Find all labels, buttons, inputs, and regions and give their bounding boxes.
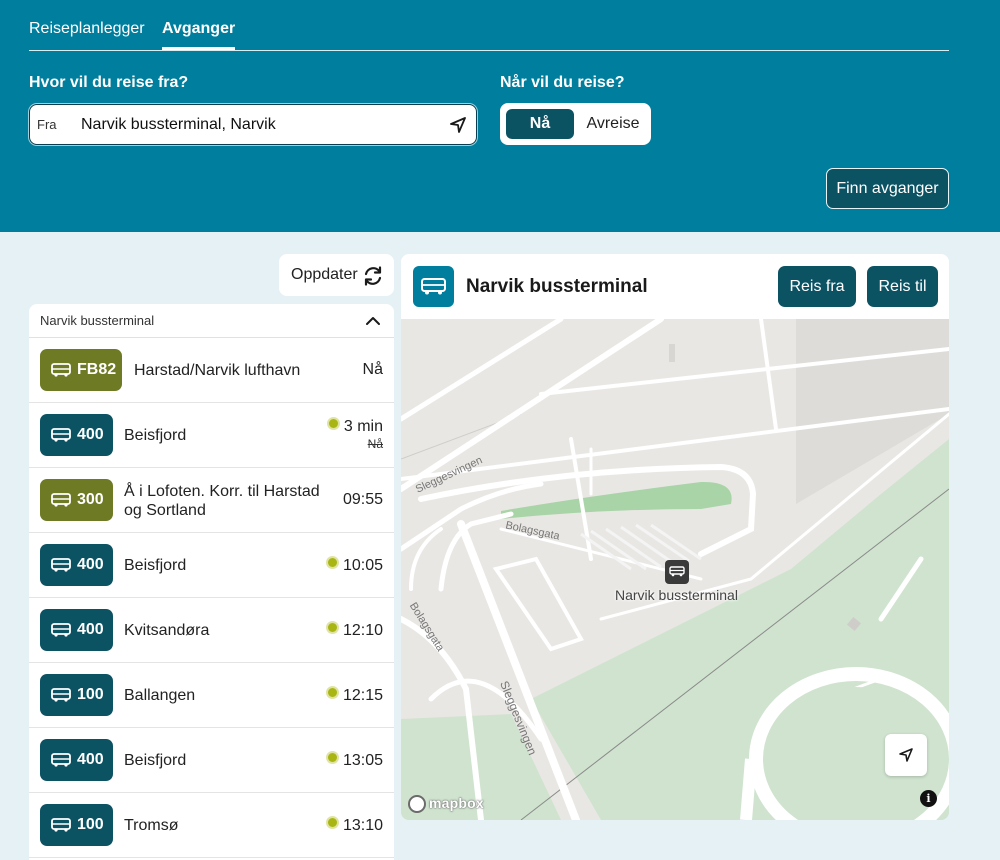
refresh-button[interactable]: Oppdater [279,254,394,296]
location-arrow-icon [899,748,913,762]
stop-map-card: Narvik bussterminal Reis fra Reis til Sl… [401,254,949,820]
bus-icon [51,428,71,442]
line-number: 400 [77,621,104,638]
stop-group-name: Narvik bussterminal [40,313,155,328]
departure-row[interactable]: 100 Ballangen 12:15 [29,663,394,728]
from-question-label: Hvor vil du reise fra? [29,74,189,91]
destination: Beisfjord [124,557,187,574]
line-badge: 300 [40,479,113,521]
line-number: 300 [77,491,104,508]
stop-title: Narvik bussterminal [466,276,648,297]
stop-group-header[interactable]: Narvik bussterminal [29,304,394,338]
realtime-time: 13:10 [342,817,383,834]
departure-row[interactable]: 400 Beisfjord 10:05 [29,533,394,598]
destination: Kvitsandøra [124,622,210,639]
departure-time: 12:10 [325,621,383,640]
refresh-icon [364,266,382,286]
destination-line-1: Å i Lofoten. Korr. til Harstad [124,483,320,500]
destination: Beisfjord [124,427,187,444]
scheduled-time: Nå [367,437,383,451]
line-number: 100 [77,686,104,703]
attribution-info-button[interactable]: i [920,790,937,807]
departure-row[interactable]: FB82 Harstad/Narvik lufthavn Nå [29,338,394,403]
realtime-indicator-icon [325,621,339,634]
tab-bar: Reiseplanlegger Avganger [29,0,949,51]
bus-icon [51,558,71,572]
realtime-time: 12:10 [342,622,383,639]
realtime-indicator-icon [325,686,339,699]
time-option-departure[interactable]: Avreise [580,109,646,139]
mapbox-wordmark: mapbox [429,795,484,811]
tab-departures[interactable]: Avganger [162,20,236,50]
line-badge: FB82 [40,349,122,391]
travel-from-button[interactable]: Reis fra [778,266,856,307]
realtime-time: 13:05 [342,752,383,769]
destination: Beisfjord [124,752,187,769]
refresh-label: Oppdater [291,266,358,283]
time-option-now[interactable]: Nå [506,109,574,139]
map-card-header: Narvik bussterminal Reis fra Reis til [401,254,949,319]
travel-to-button[interactable]: Reis til [867,266,938,307]
line-number: 100 [77,816,104,833]
from-field[interactable]: Fra [29,104,477,145]
departure-time: 12:15 [325,686,383,705]
search-header: Reiseplanlegger Avganger Hvor vil du rei… [0,0,1000,232]
departure-time: 09:55 [342,491,383,508]
line-badge: 400 [40,609,113,651]
from-prefix-label: Fra [37,117,57,132]
location-arrow-icon[interactable] [448,115,468,135]
line-badge: 100 [40,804,113,846]
bus-terminal-marker[interactable] [665,560,689,584]
destination: Harstad/Narvik lufthavn [134,362,301,379]
bus-icon [51,753,71,767]
find-departures-button[interactable]: Finn avganger [826,168,949,209]
bus-stop-icon [413,266,454,307]
departure-row[interactable]: 400 Beisfjord 13:05 [29,728,394,793]
map[interactable]: Sleggesvingen Bolagsgata Bolagsgata Sleg… [401,319,949,820]
line-number: 400 [77,426,104,443]
destination: Ballangen [124,687,196,704]
departure-row[interactable]: 400 Kvitsandøra 12:10 [29,598,394,663]
departure-time: 3 min [326,417,383,436]
mapbox-icon [408,795,426,813]
departure-row[interactable]: 300 Å i Lofoten. Korr. til Harstad og So… [29,468,394,533]
line-badge: 400 [40,739,113,781]
realtime-indicator-icon [325,816,339,829]
bus-icon [51,818,71,832]
bus-icon [51,493,71,507]
realtime-indicator-icon [325,556,339,569]
realtime-indicator-icon [325,751,339,764]
line-badge: 100 [40,674,113,716]
departure-row[interactable]: 400 Beisfjord 3 min Nå [29,403,394,468]
bus-icon [669,566,685,577]
departure-time: 13:10 [325,816,383,835]
from-input[interactable] [81,111,441,139]
line-badge: 400 [40,544,113,586]
bus-icon [51,623,71,637]
departure-time: 10:05 [325,556,383,575]
line-badge: 400 [40,414,113,456]
departure-time: Nå [362,361,383,378]
line-number: FB82 [77,361,117,378]
line-number: 400 [77,751,104,768]
chevron-up-icon[interactable] [364,312,382,330]
terminal-map-label: Narvik bussterminal [615,587,738,603]
time-toggle: Nå Avreise [500,103,651,145]
realtime-time: 3 min [343,418,383,435]
destination-line-2: og Sortland [124,502,206,519]
when-question-label: Når vil du reise? [500,74,625,91]
tab-journey-planner[interactable]: Reiseplanlegger [29,20,145,38]
bus-icon [51,363,71,377]
realtime-indicator-icon [326,417,340,430]
destination: Tromsø [124,817,179,834]
departure-time: 13:05 [325,751,383,770]
line-number: 400 [77,556,104,573]
realtime-time: 12:15 [342,687,383,704]
realtime-time: 10:05 [342,557,383,574]
departures-panel: Narvik bussterminal FB82 Harstad/Narvik … [29,304,394,860]
departure-row[interactable]: 100 Tromsø 13:10 [29,793,394,858]
bus-icon [51,688,71,702]
locate-me-button[interactable] [885,734,927,776]
